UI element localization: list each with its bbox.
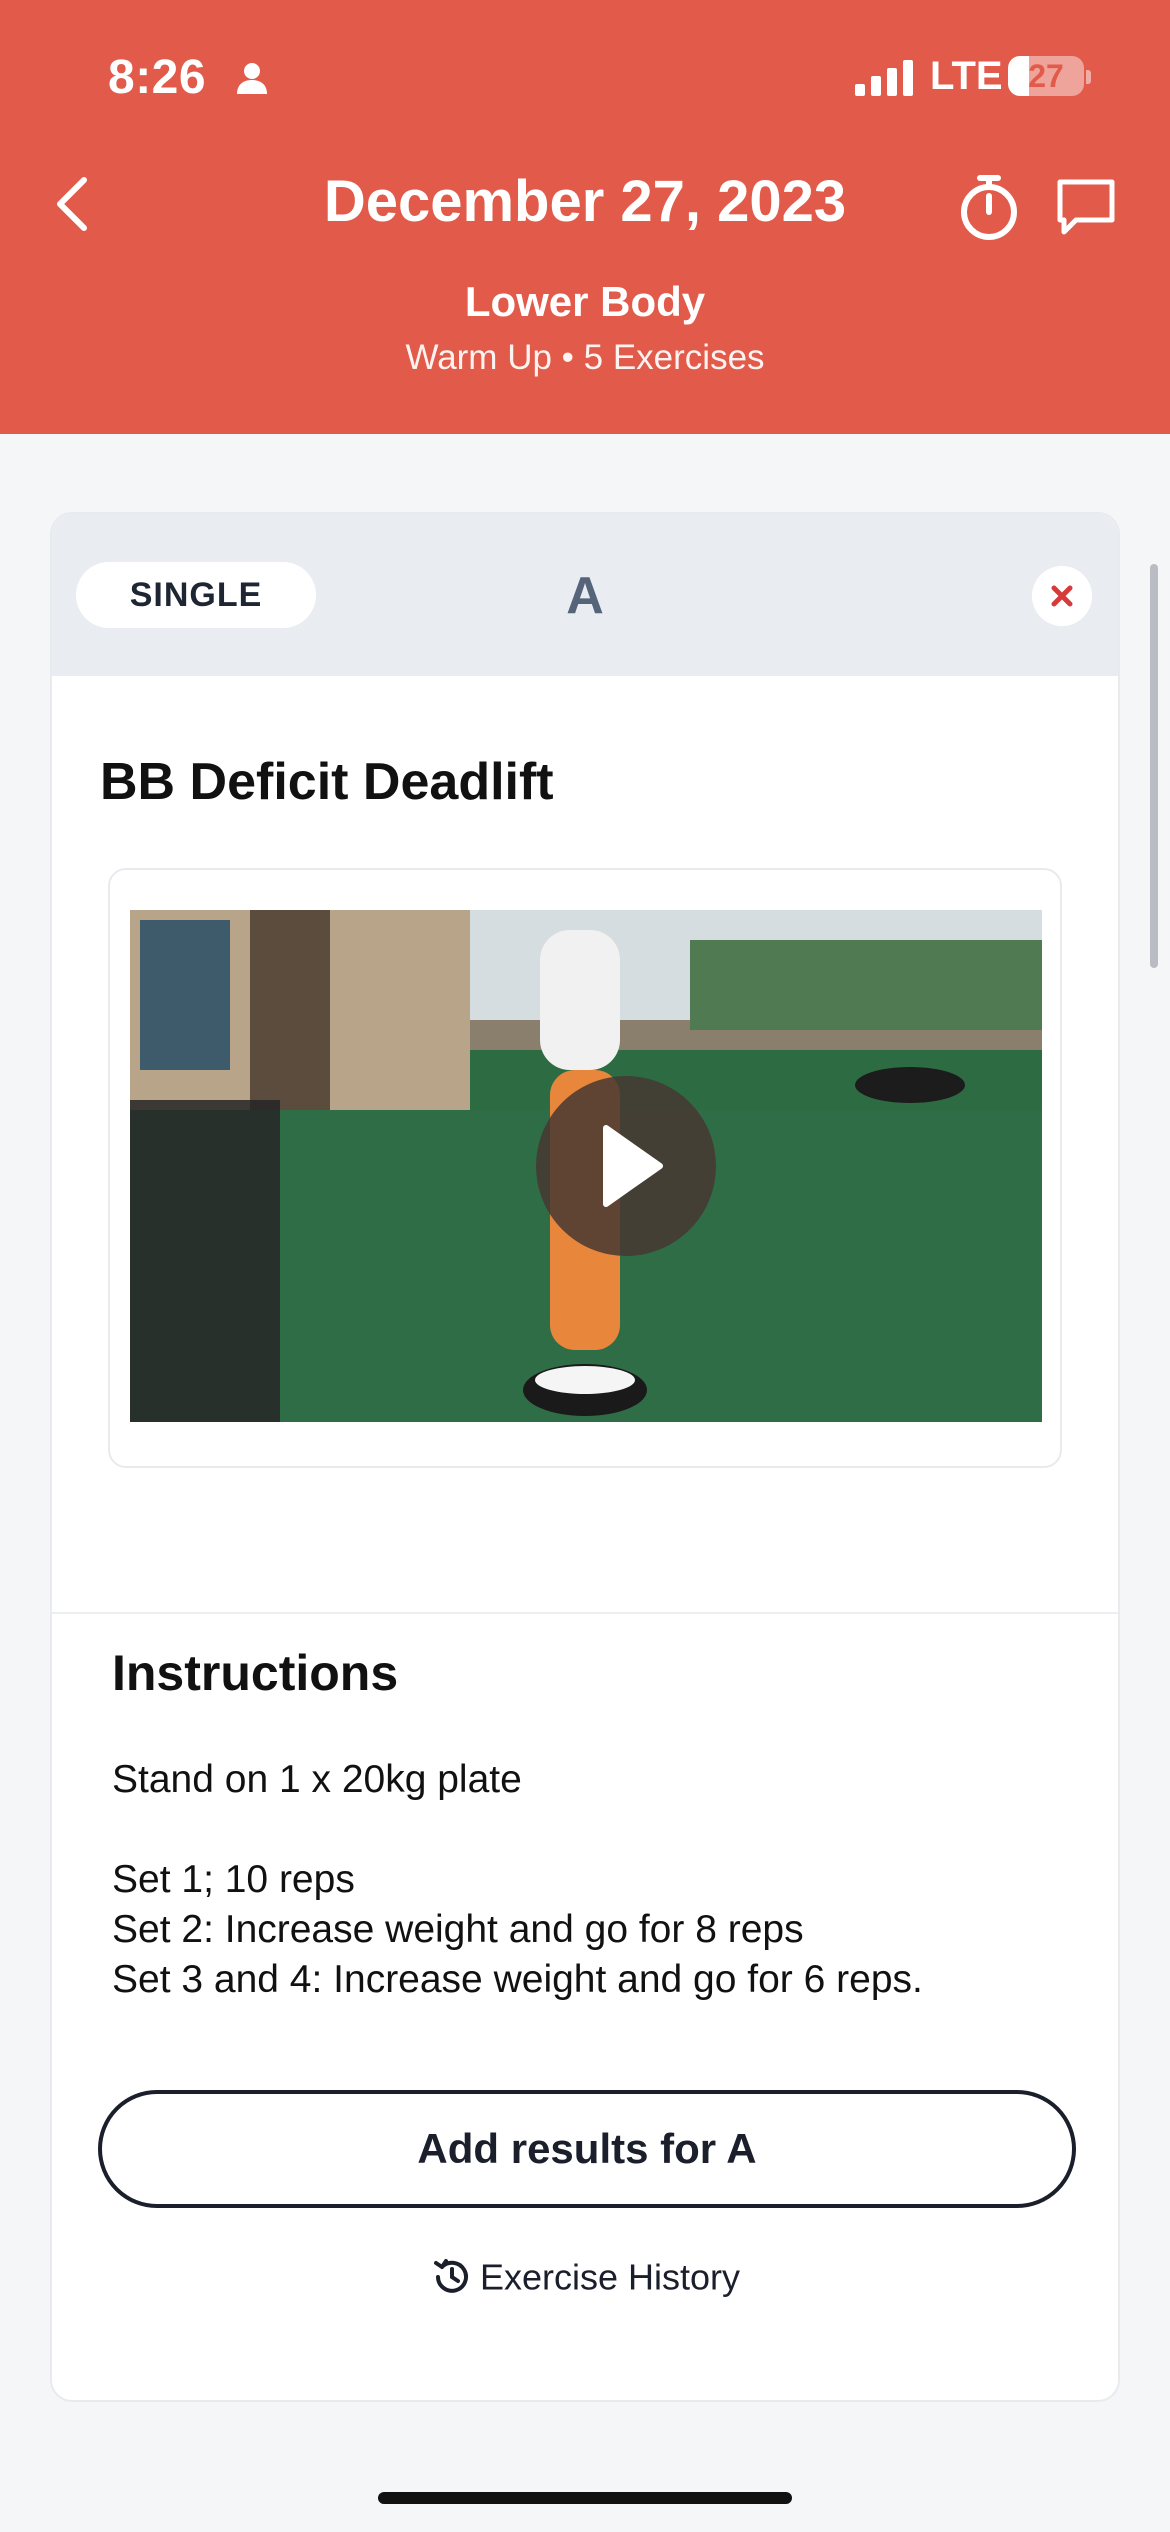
- instruction-line: Set 2: Increase weight and go for 8 reps: [112, 1908, 804, 1951]
- video-container: [108, 868, 1062, 1468]
- workout-name: Lower Body: [464, 278, 706, 325]
- history-icon: [433, 2259, 468, 2294]
- exercise-title: BB Deficit Deadlift: [100, 753, 554, 811]
- battery-icon: 27: [1008, 56, 1084, 96]
- exercise-video[interactable]: [130, 910, 1042, 1422]
- person-icon: [237, 63, 267, 94]
- chat-bubble-icon[interactable]: [1054, 176, 1118, 240]
- play-icon: [603, 1125, 663, 1207]
- instructions-title: Instructions: [112, 1645, 399, 1701]
- instruction-line: Stand on 1 x 20kg plate: [112, 1758, 522, 1801]
- exercise-history-link[interactable]: Exercise History: [52, 2254, 1118, 2299]
- battery-percent: 27: [1028, 58, 1064, 94]
- network-label: LTE: [930, 54, 1003, 98]
- exercise-history-label: Exercise History: [479, 2256, 741, 2298]
- play-button[interactable]: [536, 1076, 716, 1256]
- battery-nub: [1086, 70, 1091, 84]
- workout-meta: Warm Up • 5 Exercises: [405, 338, 765, 377]
- card-header: SINGLE A: [52, 514, 1118, 676]
- exercise-card: SINGLE A BB Deficit Deadlift Instruction…: [50, 512, 1120, 2402]
- signal-icon: [855, 60, 913, 96]
- status-time: 8:26: [108, 51, 207, 104]
- section-divider: [52, 1612, 1118, 1614]
- stopwatch-icon[interactable]: [956, 172, 1022, 242]
- close-icon[interactable]: [1032, 566, 1092, 626]
- exercise-letter: A: [566, 567, 604, 625]
- add-results-button[interactable]: Add results for A: [98, 2090, 1076, 2208]
- scrollbar[interactable]: [1150, 564, 1158, 968]
- home-indicator[interactable]: [378, 2492, 792, 2504]
- instruction-line: Set 1; 10 reps: [112, 1858, 355, 1901]
- instruction-line: Set 3 and 4: Increase weight and go for …: [112, 1958, 923, 2001]
- app-header: 8:26 LTE 27 December 27, 2023 Lower Body…: [0, 0, 1170, 434]
